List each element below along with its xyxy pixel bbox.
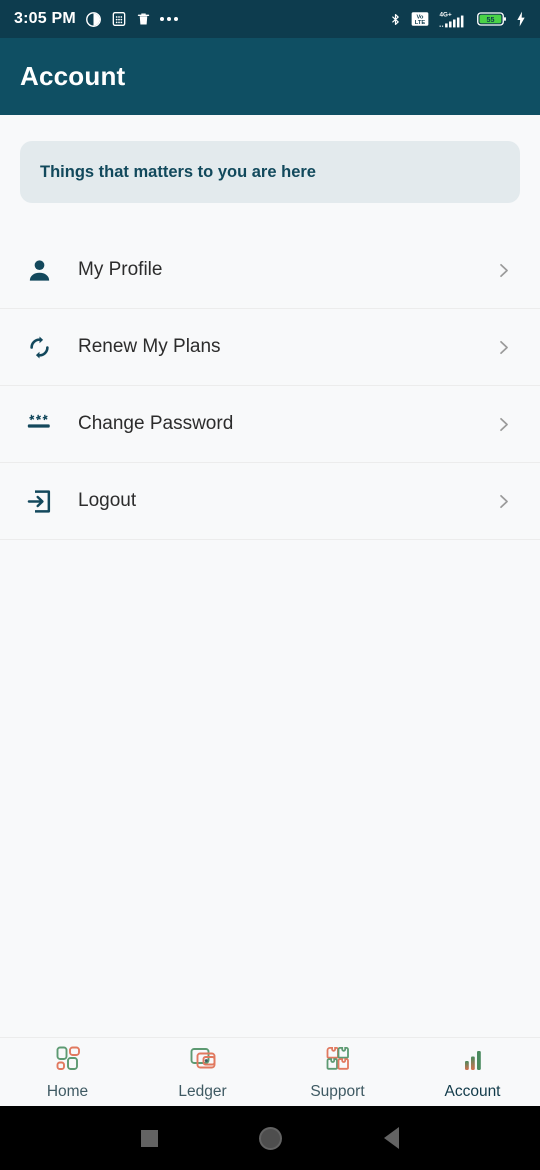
menu-item-label: Renew My Plans — [78, 336, 221, 357]
bluetooth-icon — [389, 11, 402, 28]
trash-icon — [136, 11, 151, 27]
apps-squares-icon — [322, 1043, 354, 1080]
nav-item-label: Home — [46, 1083, 89, 1100]
password-dots-icon — [0, 411, 78, 437]
main-content: Things that matters to you are here My P… — [0, 115, 540, 1037]
nav-item-label: Account — [444, 1083, 501, 1100]
calculator-icon — [111, 11, 127, 27]
svg-text:Vo: Vo — [417, 14, 424, 20]
nav-item-home[interactable]: Home — [0, 1043, 135, 1101]
menu-item-label: My Profile — [78, 259, 163, 280]
recents-square-icon[interactable] — [140, 1129, 158, 1147]
page-title: Account — [20, 61, 126, 91]
nav-item-account[interactable]: Account — [405, 1043, 540, 1101]
logout-arrow-icon — [0, 488, 78, 515]
signal-4gplus-icon: 4G+ — [438, 10, 468, 29]
menu-item-logout[interactable]: Logout — [0, 463, 540, 540]
bar-chart-icon — [457, 1043, 489, 1080]
chevron-right-icon — [486, 493, 520, 510]
nav-item-support[interactable]: Support — [270, 1043, 405, 1101]
nav-item-label: Support — [310, 1083, 365, 1100]
menu-item-my-profile[interactable]: My Profile — [0, 232, 540, 309]
back-triangle-icon[interactable] — [384, 1127, 400, 1149]
wallet-icon — [187, 1043, 219, 1080]
menu-item-change-password[interactable]: Change Password — [0, 386, 540, 463]
svg-text:LTE: LTE — [415, 20, 426, 26]
overflow-dots-icon — [159, 17, 178, 21]
battery-icon: 55 — [477, 11, 507, 27]
brightness-contrast-icon — [85, 11, 102, 28]
menu-item-label: Logout — [78, 490, 137, 511]
chevron-right-icon — [486, 262, 520, 279]
menu-item-label: Change Password — [78, 413, 234, 434]
nav-item-label: Ledger — [178, 1083, 227, 1100]
account-menu-list: My Profile Renew My Plans Change Passwor… — [0, 232, 540, 540]
home-circle-icon[interactable] — [259, 1126, 283, 1150]
chevron-right-icon — [486, 339, 520, 356]
person-icon — [0, 257, 78, 284]
nav-item-ledger[interactable]: Ledger — [135, 1043, 270, 1101]
info-banner-text: Things that matters to you are here — [40, 162, 316, 181]
status-bar-clock: 3:05 PM — [14, 10, 76, 27]
status-bar: 3:05 PM Vo LTE 4G+ 55 — [0, 0, 540, 38]
phone-screen: 3:05 PM Vo LTE 4G+ 55 Account Things tha… — [0, 0, 540, 1170]
refresh-sync-icon — [0, 334, 78, 361]
status-bar-left: 3:05 PM — [14, 10, 178, 28]
android-navigation-bar — [0, 1106, 540, 1170]
status-bar-right: Vo LTE 4G+ 55 — [389, 10, 526, 29]
charging-bolt-icon — [516, 11, 526, 27]
grid-dashboard-icon — [52, 1043, 84, 1080]
bottom-navigation: Home Ledger Support Account — [0, 1037, 540, 1106]
menu-item-renew-my-plans[interactable]: Renew My Plans — [0, 309, 540, 386]
info-banner: Things that matters to you are here — [20, 141, 520, 203]
svg-text:4G+: 4G+ — [440, 11, 452, 18]
app-bar: Account — [0, 38, 540, 115]
volte-icon: Vo LTE — [411, 11, 429, 27]
battery-percent-label: 55 — [487, 16, 495, 24]
chevron-right-icon — [486, 416, 520, 433]
